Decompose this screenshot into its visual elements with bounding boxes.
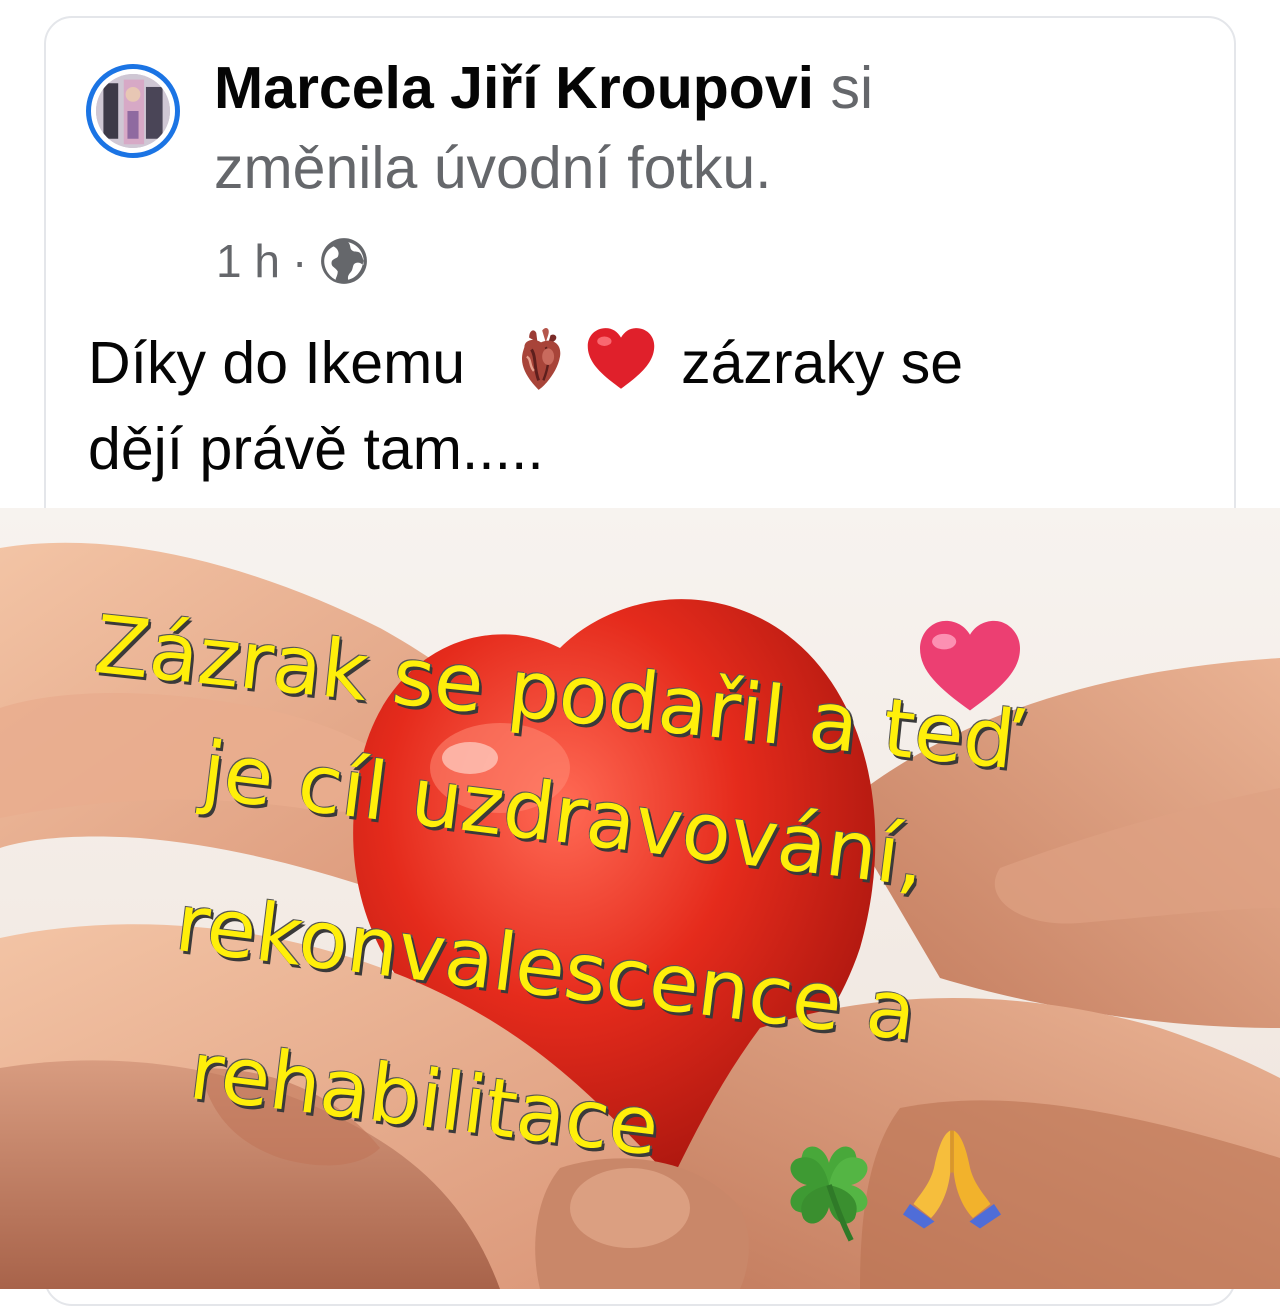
action-text: změnila úvodní fotku.: [214, 135, 772, 201]
red-heart-icon: [587, 328, 655, 389]
globe-icon[interactable]: [319, 236, 369, 286]
caption-text-3: dějí právě tam.....: [88, 416, 544, 482]
caption-text-2: zázraky se: [681, 330, 964, 396]
caption-text-1: Díky do Ikemu: [88, 330, 466, 396]
post-time[interactable]: 1 h: [216, 234, 280, 288]
author-name[interactable]: Marcela Jiří Kroupovi: [214, 55, 814, 121]
pink-heart-icon: [920, 620, 1020, 711]
folded-hands-icon: [903, 1130, 1001, 1229]
anatomical-heart-icon: [522, 328, 561, 390]
four-leaf-clover-icon: [790, 1146, 868, 1242]
action-lead: si: [830, 55, 874, 121]
avatar-image: [96, 74, 170, 148]
author-avatar[interactable]: [86, 64, 180, 158]
post-meta: 1 h ·: [216, 226, 369, 296]
post-caption: Díky do Ikemu zázraky se dějí právě tam.…: [88, 320, 1168, 492]
cover-photo[interactable]: Zázrak se podařil a teď je cíl uzdravová…: [0, 508, 1280, 1289]
avatar-photo: [96, 74, 170, 148]
post-header: Marcela Jiří Kroupovi si změnila úvodní …: [214, 48, 1074, 208]
meta-separator: ·: [291, 235, 308, 287]
